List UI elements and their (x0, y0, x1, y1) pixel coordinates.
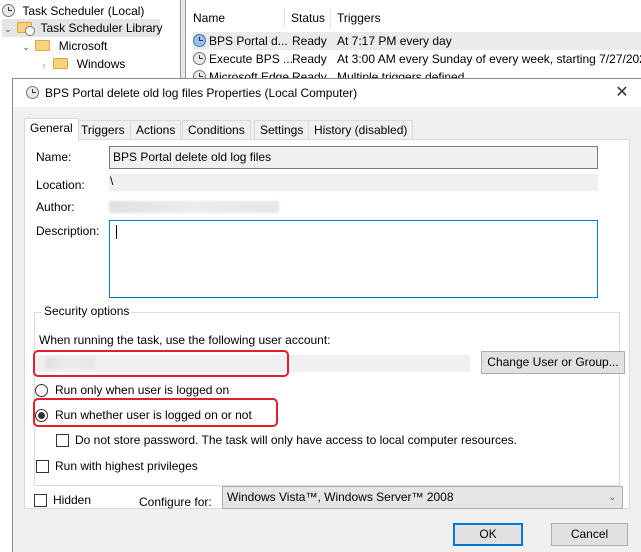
task-row[interactable]: BPS Portal d... Ready At 7:17 PM every d… (193, 32, 641, 50)
highest-privileges-label[interactable]: Run with highest privileges (55, 459, 198, 473)
dialog-titlebar[interactable]: BPS Portal delete old log files Properti… (13, 79, 641, 107)
task-status: Ready (292, 34, 327, 48)
task-name: Execute BPS ... (209, 52, 294, 66)
clock-icon (2, 4, 15, 17)
chevron-down-icon: ⌄ (608, 492, 616, 502)
tab-conditions[interactable]: Conditions (182, 120, 251, 140)
do-not-store-password-checkbox[interactable] (56, 434, 69, 447)
radio-logged-on-label[interactable]: Run only when user is logged on (55, 383, 229, 397)
task-properties-dialog: BPS Portal delete old log files Properti… (12, 78, 641, 552)
hidden-checkbox[interactable] (34, 494, 47, 507)
tree-item-label: Microsoft (58, 39, 108, 53)
change-user-button[interactable]: Change User or Group... (481, 351, 625, 374)
security-options-group: Security options When running the task, … (33, 304, 625, 486)
navigation-tree: Task Scheduler (Local) ⌄ Task Scheduler … (0, 0, 178, 80)
configure-for-value: Windows Vista™, Windows Server™ 2008 (227, 490, 454, 504)
highest-privileges-checkbox[interactable] (36, 460, 49, 473)
ok-button[interactable]: OK (453, 523, 523, 546)
tree-item-label: Windows (76, 57, 126, 71)
task-list-header: Name Status Triggers (187, 8, 641, 28)
tab-history[interactable]: History (disabled) (308, 120, 414, 140)
tree-item-task-scheduler-local[interactable]: Task Scheduler (Local) (2, 2, 144, 20)
highlight-annotation (33, 350, 289, 377)
tab-actions[interactable]: Actions (130, 120, 182, 140)
name-label: Name: (36, 150, 72, 164)
text-caret (116, 225, 117, 239)
folder-icon (53, 58, 69, 69)
tree-item-label: Task Scheduler (Local) (22, 4, 145, 18)
pane-splitter[interactable] (180, 0, 186, 80)
tab-settings[interactable]: Settings (254, 120, 310, 140)
location-value: \ (109, 174, 598, 191)
clock-icon (26, 86, 39, 99)
chevron-right-icon[interactable]: › (38, 56, 50, 74)
radio-logged-on[interactable] (35, 384, 48, 397)
account-prompt: When running the task, use the following… (39, 333, 331, 347)
author-value-redacted (109, 201, 279, 213)
location-label: Location: (36, 178, 85, 192)
column-header-name[interactable]: Name (187, 8, 285, 28)
task-name: BPS Portal d... (209, 34, 288, 48)
task-row[interactable]: Execute BPS ... Ready At 3:00 AM every S… (193, 50, 641, 68)
hidden-label[interactable]: Hidden (53, 493, 91, 507)
general-tab-panel: Name: BPS Portal delete old log files Lo… (24, 139, 630, 509)
task-clock-icon (193, 52, 206, 65)
tree-item-task-scheduler-library[interactable]: ⌄ Task Scheduler Library (2, 19, 163, 38)
do-not-store-password-label[interactable]: Do not store password. The task will onl… (75, 433, 517, 447)
task-clock-icon (193, 34, 206, 47)
task-list: Name Status Triggers BPS Portal d... Rea… (187, 0, 641, 84)
column-header-status[interactable]: Status (285, 8, 331, 28)
security-options-title: Security options (42, 304, 132, 318)
folder-icon (35, 40, 51, 51)
tab-general[interactable]: General (24, 118, 79, 141)
configure-for-select[interactable]: Windows Vista™, Windows Server™ 2008 ⌄ (222, 486, 623, 509)
library-folder-icon (17, 22, 36, 36)
task-status: Ready (292, 52, 327, 66)
tree-item-windows[interactable]: › Windows (38, 55, 126, 74)
description-label: Description: (36, 224, 100, 238)
author-label: Author: (36, 200, 75, 214)
task-triggers: At 7:17 PM every day (337, 34, 452, 48)
dialog-title: BPS Portal delete old log files Properti… (45, 86, 358, 100)
tab-triggers[interactable]: Triggers (75, 120, 131, 140)
highlight-annotation (33, 398, 278, 427)
tree-item-label: Task Scheduler Library (40, 21, 163, 35)
close-icon[interactable]: ✕ (610, 79, 634, 107)
column-header-triggers[interactable]: Triggers (331, 8, 641, 28)
configure-for-label: Configure for: (139, 495, 212, 509)
description-textarea[interactable] (109, 220, 598, 298)
task-triggers: At 3:00 AM every Sunday of every week, s… (337, 52, 641, 66)
chevron-down-icon[interactable]: ⌄ (2, 20, 14, 38)
chevron-down-icon[interactable]: ⌄ (20, 38, 32, 56)
tree-item-microsoft[interactable]: ⌄ Microsoft (20, 37, 107, 55)
cancel-button[interactable]: Cancel (551, 523, 628, 546)
name-field[interactable]: BPS Portal delete old log files (109, 146, 598, 169)
